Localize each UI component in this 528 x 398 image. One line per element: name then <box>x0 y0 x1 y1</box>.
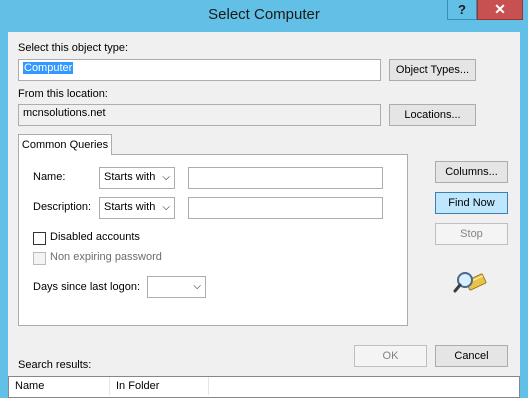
common-queries-panel: Name: Starts with ⌵ Description: Starts … <box>18 154 408 326</box>
search-icon <box>453 268 489 300</box>
help-button[interactable]: ? <box>447 0 477 20</box>
name-mode-select[interactable]: Starts with ⌵ <box>99 167 175 189</box>
description-input[interactable] <box>188 197 383 219</box>
location-label: From this location: <box>18 88 108 100</box>
locations-button[interactable]: Locations... <box>389 104 476 126</box>
chevron-down-icon: ⌵ <box>162 202 170 213</box>
help-icon: ? <box>458 2 466 17</box>
search-results-label: Search results: <box>18 359 92 371</box>
location-value: mcnsolutions.net <box>23 107 106 119</box>
object-type-field: Computer <box>18 59 381 81</box>
days-since-logon-label: Days since last logon: <box>33 281 140 293</box>
column-header-name[interactable]: Name <box>9 377 110 395</box>
description-label: Description: <box>33 201 92 213</box>
name-input[interactable] <box>188 167 383 189</box>
description-mode-select[interactable]: Starts with ⌵ <box>99 197 175 219</box>
chevron-down-icon: ⌵ <box>193 281 201 292</box>
object-type-value: Computer <box>23 62 74 74</box>
close-button[interactable]: ✕ <box>477 0 523 20</box>
non-expiring-password-label: Non expiring password <box>50 251 162 263</box>
tab-common-queries[interactable]: Common Queries <box>18 134 112 155</box>
object-type-label: Select this object type: <box>18 42 129 54</box>
name-mode-value: Starts with <box>104 171 156 183</box>
disabled-accounts-label: Disabled accounts <box>50 231 140 243</box>
title-bar: Select Computer ? ✕ <box>0 0 528 32</box>
location-field: mcnsolutions.net <box>18 104 381 126</box>
find-now-button[interactable]: Find Now <box>435 192 508 214</box>
disabled-accounts-checkbox[interactable] <box>33 232 46 245</box>
description-mode-value: Starts with <box>104 201 156 213</box>
non-expiring-password-checkbox[interactable] <box>33 252 46 265</box>
ok-button[interactable]: OK <box>354 345 427 367</box>
chevron-down-icon: ⌵ <box>162 172 170 183</box>
column-header-in-folder[interactable]: In Folder <box>110 377 209 395</box>
object-types-button[interactable]: Object Types... <box>389 59 476 81</box>
cancel-button[interactable]: Cancel <box>435 345 508 367</box>
search-results-list[interactable]: Name In Folder <box>8 376 520 398</box>
close-icon: ✕ <box>494 1 506 17</box>
days-since-logon-select[interactable]: ⌵ <box>147 276 206 298</box>
name-label: Name: <box>33 171 66 183</box>
columns-button[interactable]: Columns... <box>435 161 508 183</box>
dialog-body: Select this object type: Computer Object… <box>8 32 520 398</box>
stop-button[interactable]: Stop <box>435 223 508 245</box>
